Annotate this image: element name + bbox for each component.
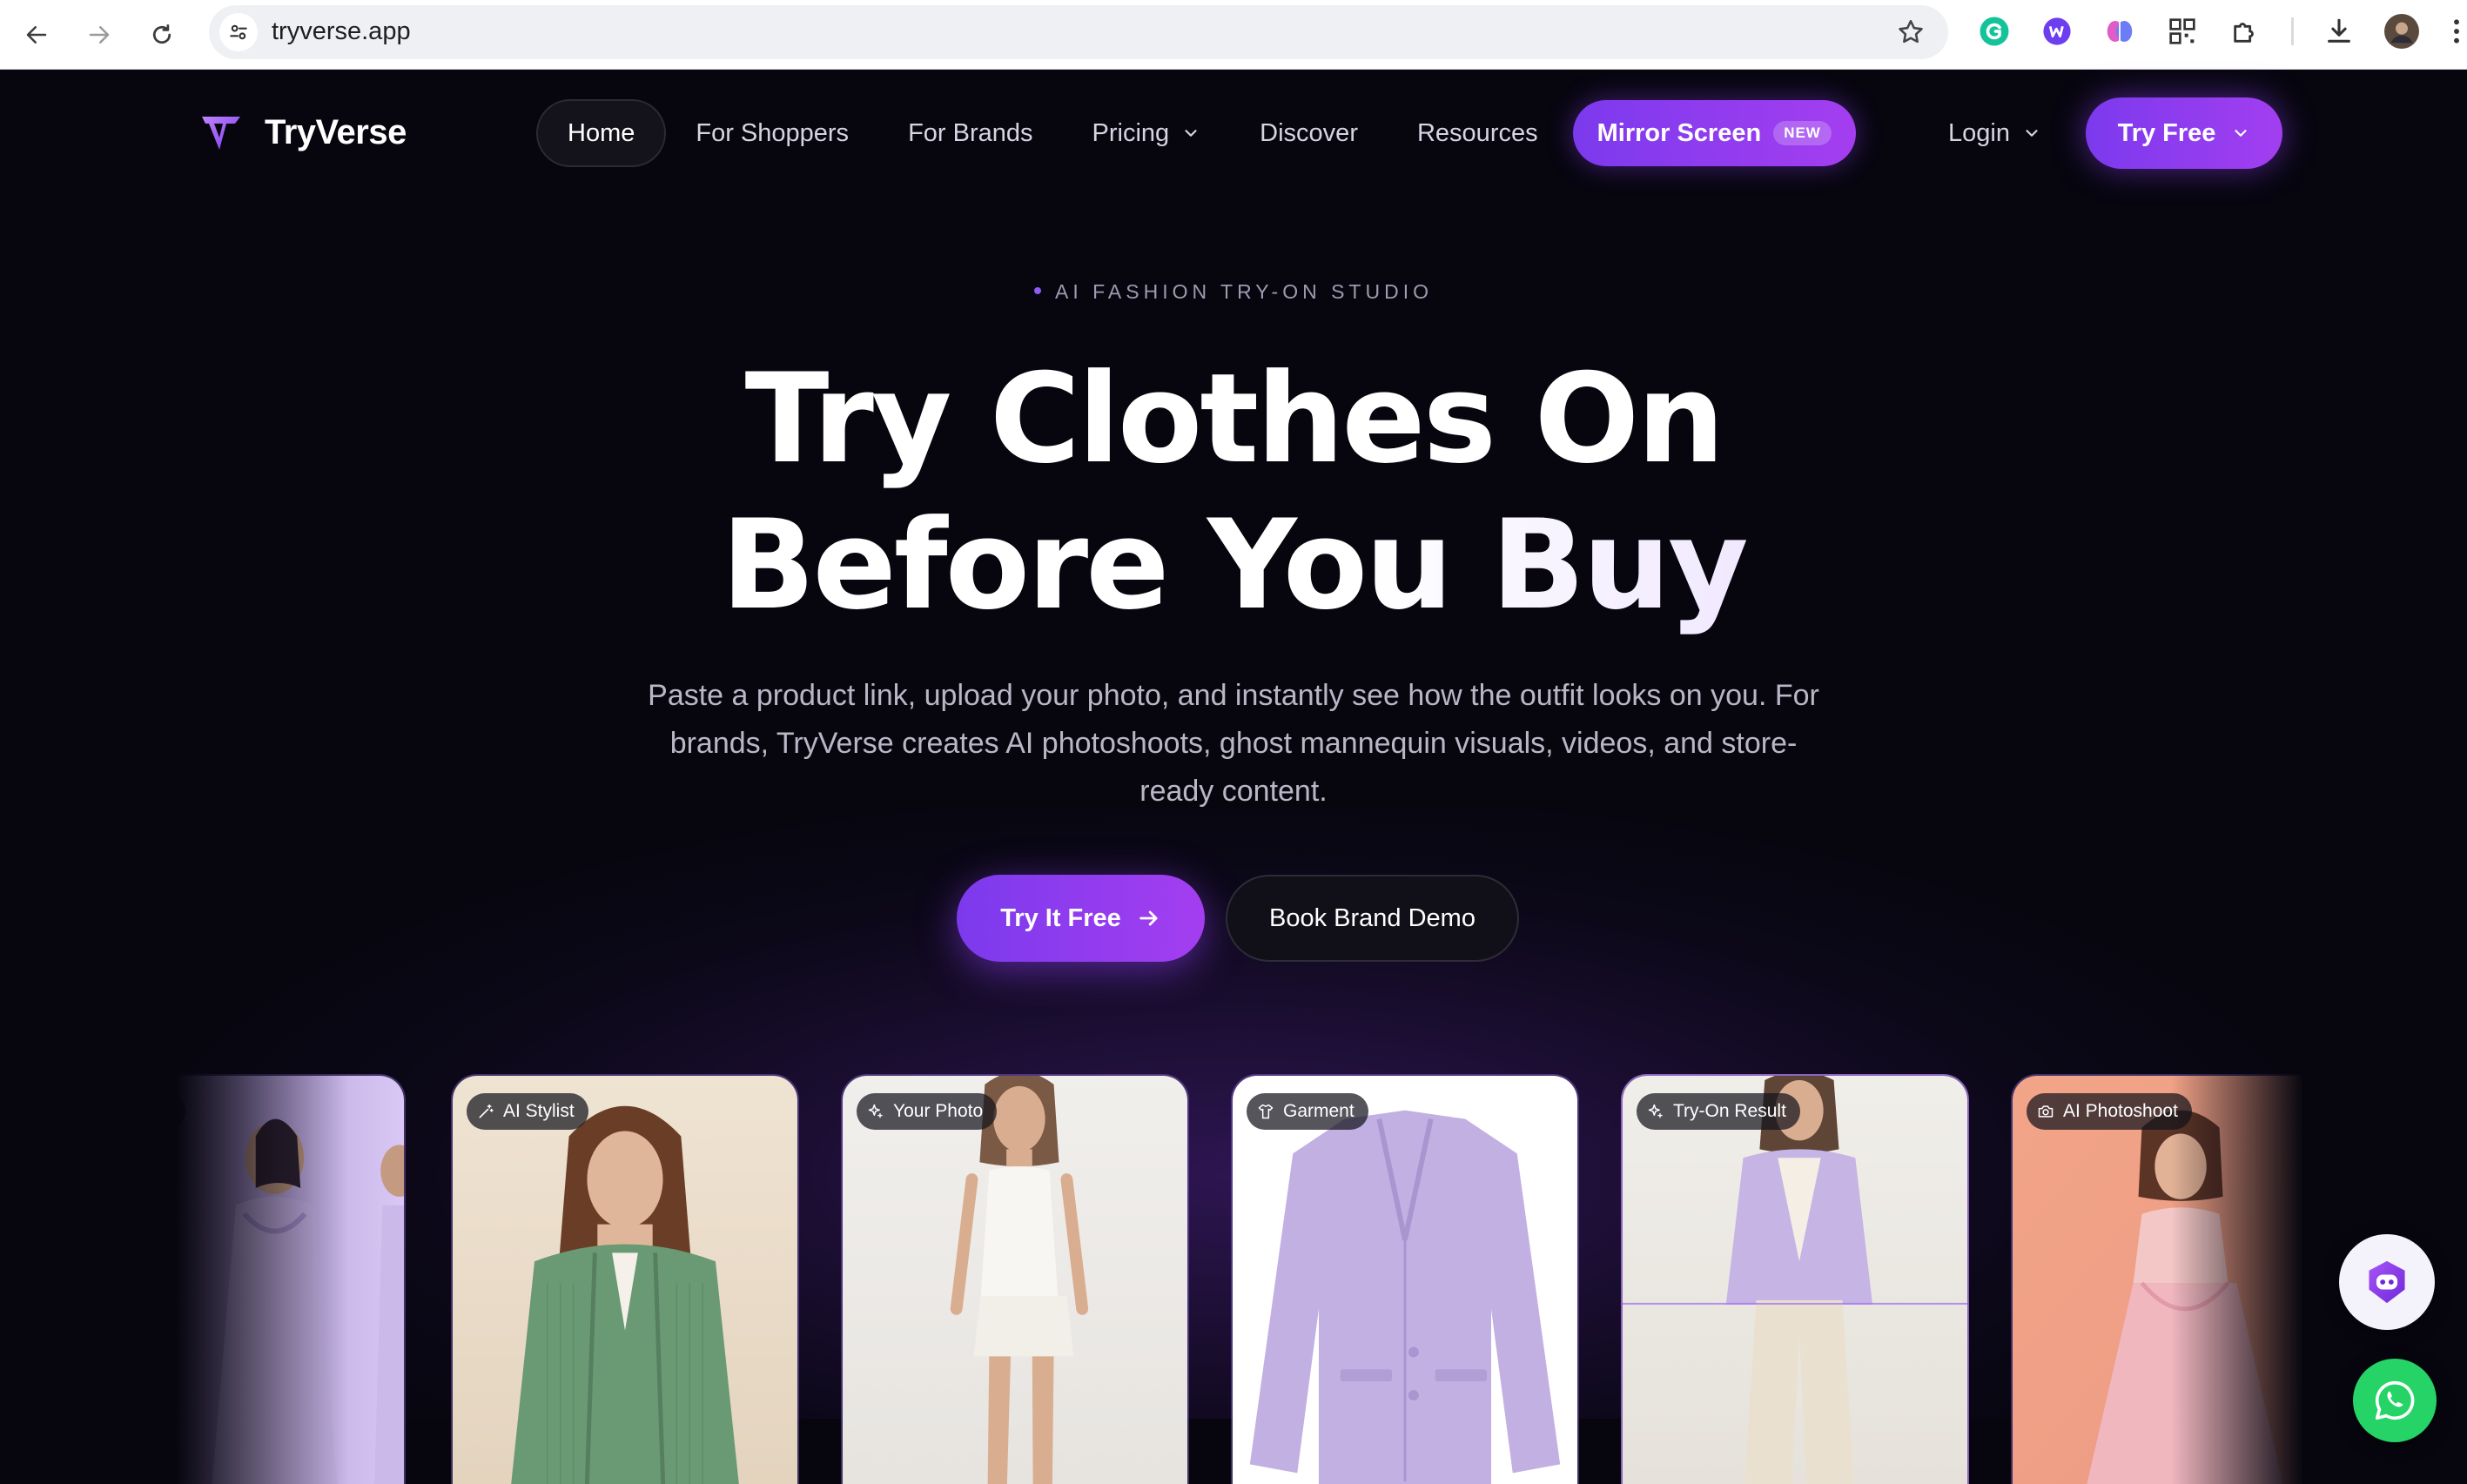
nav-home-label: Home: [568, 118, 635, 147]
hero-eyebrow: AI FASHION TRY-ON STUDIO: [0, 280, 2467, 304]
video-model-image: [157, 1076, 404, 1484]
eyebrow-text: AI FASHION TRY-ON STUDIO: [1055, 280, 1433, 303]
book-brand-demo-label: Book Brand Demo: [1269, 903, 1475, 932]
try-it-free-label: Try It Free: [1000, 903, 1121, 932]
address-bar[interactable]: tryverse.app: [209, 5, 1948, 59]
grammarly-icon[interactable]: [1977, 14, 2012, 49]
download-icon[interactable]: [2322, 14, 2356, 49]
login-label: Login: [1948, 118, 2010, 147]
qr-code-icon[interactable]: [2165, 14, 2200, 49]
card-tag-label: AI Stylist: [503, 1101, 575, 1121]
brand-name: TryVerse: [265, 112, 407, 151]
hero-section: AI FASHION TRY-ON STUDIO Try Clothes On …: [0, 200, 2467, 1484]
new-badge: NEW: [1773, 121, 1832, 145]
main-nav: Home For Shoppers For Brands Pricing Dis…: [536, 99, 1856, 167]
try-free-label: Try Free: [2117, 118, 2216, 147]
garment-blazer-image: [1233, 1076, 1577, 1484]
site-settings-icon[interactable]: [219, 13, 258, 51]
try-free-button[interactable]: Try Free: [2086, 97, 2282, 169]
nav-resources[interactable]: Resources: [1388, 99, 1568, 167]
mirror-screen-button[interactable]: Mirror Screen NEW: [1572, 100, 1856, 166]
forward-button[interactable]: [77, 12, 122, 57]
nav-home[interactable]: Home: [536, 99, 667, 167]
extensions-puzzle-icon[interactable]: [2228, 14, 2262, 49]
try-on-result-image: [1623, 1076, 1967, 1484]
tryverse-logo-icon: [202, 117, 240, 150]
stylist-model-image: [453, 1076, 797, 1484]
nav-pricing-label: Pricing: [1092, 118, 1170, 147]
bookmark-star-icon[interactable]: [1896, 17, 1926, 47]
browser-menu-icon[interactable]: [2446, 14, 2467, 49]
user-photo-image: [843, 1076, 1187, 1484]
sparkle-icon: [1648, 1104, 1663, 1118]
hero-headline: Try Clothes On Before You Buy: [0, 346, 2467, 639]
reload-icon: [152, 24, 171, 44]
nav-for-brands-label: For Brands: [908, 118, 1033, 147]
mirror-screen-label: Mirror Screen: [1596, 118, 1762, 147]
profile-avatar[interactable]: [2384, 14, 2419, 49]
hero-subtitle: Paste a product link, upload your photo,…: [648, 679, 1819, 808]
card-tag: Your Photo: [857, 1093, 998, 1130]
nav-for-shoppers-label: For Shoppers: [696, 118, 850, 147]
carousel-card-try-on-result[interactable]: Try-On Result: [1621, 1074, 1969, 1484]
reload-button[interactable]: [139, 12, 185, 57]
browser-toolbar: tryverse.app: [0, 0, 2467, 70]
brand-logo[interactable]: TryVerse: [200, 111, 407, 153]
toolbar-divider: [2291, 17, 2294, 45]
showcase-carousel: n Video AI Stylist: [157, 1074, 2310, 1484]
brain-extension-icon[interactable]: [2102, 14, 2137, 49]
card-tag: Garment: [1247, 1093, 1368, 1130]
nav-resources-label: Resources: [1416, 118, 1538, 147]
whatsapp-icon: [2375, 1380, 2415, 1420]
nav-for-brands[interactable]: For Brands: [878, 99, 1062, 167]
carousel-card-garment[interactable]: Garment: [1231, 1074, 1579, 1484]
login-dropdown[interactable]: Login: [1948, 99, 2041, 167]
back-icon: [26, 26, 47, 44]
book-brand-demo-button[interactable]: Book Brand Demo: [1226, 875, 1519, 962]
nav-discover-label: Discover: [1260, 118, 1358, 147]
carousel-card-ai-stylist[interactable]: AI Stylist: [451, 1074, 799, 1484]
headline-line-2: Before You Buy: [0, 493, 2467, 639]
url-text: tryverse.app: [272, 17, 411, 45]
carousel-card-ai-photoshoot[interactable]: AI Photoshoot: [2011, 1074, 2310, 1484]
chevron-down-icon: [1185, 130, 1197, 137]
nav-discover[interactable]: Discover: [1230, 99, 1388, 167]
chevron-down-icon: [2235, 130, 2248, 137]
card-tag-label: Try-On Result: [1673, 1101, 1786, 1121]
chat-assistant-button[interactable]: [2339, 1234, 2435, 1330]
carousel-card-video[interactable]: n Video: [157, 1074, 406, 1484]
card-tag-label: Your Photo: [893, 1101, 984, 1121]
chevron-down-icon: [2026, 130, 2038, 137]
sparkle-icon: [868, 1104, 883, 1118]
eyebrow-dot: [1034, 286, 1041, 294]
card-tag-label: AI Photoshoot: [2063, 1101, 2178, 1121]
photoshoot-model-image: [2013, 1076, 2310, 1484]
card-tag-label: Garment: [1283, 1101, 1354, 1121]
back-button[interactable]: [14, 12, 59, 57]
forward-icon: [89, 26, 110, 44]
chat-bot-icon: [2369, 1260, 2405, 1304]
card-tag-label: n Video: [157, 1101, 171, 1121]
whatsapp-button[interactable]: [2353, 1359, 2437, 1442]
shirt-icon: [1258, 1104, 1274, 1119]
camera-icon: [2038, 1105, 2054, 1118]
try-it-free-button[interactable]: Try It Free: [957, 875, 1205, 962]
nav-pricing[interactable]: Pricing: [1063, 99, 1231, 167]
arrow-right-icon: [1139, 910, 1158, 926]
extension-w-icon[interactable]: [2040, 14, 2074, 49]
card-tag: Try-On Result: [1637, 1093, 1800, 1130]
card-tag: AI Stylist: [467, 1093, 588, 1130]
nav-for-shoppers[interactable]: For Shoppers: [666, 99, 878, 167]
card-tag: AI Photoshoot: [2027, 1093, 2192, 1130]
magic-wand-icon: [479, 1104, 494, 1118]
site-header: TryVerse Home For Shoppers For Brands Pr…: [0, 70, 2467, 200]
carousel-card-your-photo[interactable]: Your Photo: [841, 1074, 1189, 1484]
headline-line-1: Try Clothes On: [744, 347, 1725, 491]
